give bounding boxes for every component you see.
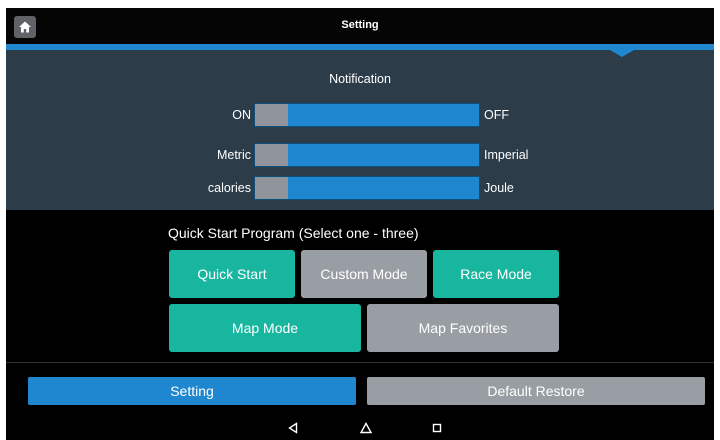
map-favorites-button[interactable]: Map Favorites bbox=[367, 304, 559, 352]
quick-start-title: Quick Start Program (Select one - three) bbox=[168, 225, 419, 241]
app-window: Setting Notification ON OFF Metric Imper… bbox=[6, 8, 714, 440]
title-bar: Setting bbox=[6, 8, 714, 44]
notification-panel: Notification ON OFF Metric Imperial calo… bbox=[6, 50, 714, 210]
units-toggle[interactable] bbox=[254, 143, 480, 167]
home-icon[interactable] bbox=[357, 419, 375, 437]
toggle-thumb[interactable] bbox=[255, 177, 288, 199]
map-mode-button[interactable]: Map Mode bbox=[169, 304, 361, 352]
toggle-thumb[interactable] bbox=[255, 144, 288, 166]
energy-toggle[interactable] bbox=[254, 176, 480, 200]
quick-start-button[interactable]: Quick Start bbox=[169, 250, 295, 298]
race-mode-button[interactable]: Race Mode bbox=[433, 250, 559, 298]
notification-title: Notification bbox=[329, 72, 391, 86]
toggle-right-label: Imperial bbox=[484, 148, 529, 162]
default-restore-button[interactable]: Default Restore bbox=[367, 377, 705, 405]
toggle-row-units: Metric Imperial bbox=[6, 143, 714, 167]
divider bbox=[6, 362, 714, 363]
back-icon[interactable] bbox=[284, 419, 302, 437]
toggle-right-label: OFF bbox=[484, 108, 509, 122]
custom-mode-button[interactable]: Custom Mode bbox=[301, 250, 427, 298]
toggle-right-label: Joule bbox=[484, 181, 514, 195]
system-navigation-bar bbox=[6, 416, 714, 440]
header-notch bbox=[610, 50, 634, 57]
notification-toggle[interactable] bbox=[254, 103, 480, 127]
toggle-left-label: Metric bbox=[216, 148, 251, 162]
toggle-left-label: calories bbox=[207, 181, 251, 195]
toggle-thumb[interactable] bbox=[255, 104, 288, 126]
toggle-row-on-off: ON OFF bbox=[6, 103, 714, 127]
page-title: Setting bbox=[341, 19, 379, 31]
recent-apps-icon[interactable] bbox=[428, 419, 446, 437]
toggle-left-label: ON bbox=[232, 108, 251, 122]
toggle-row-energy: calories Joule bbox=[6, 176, 714, 200]
setting-button[interactable]: Setting bbox=[28, 377, 356, 405]
